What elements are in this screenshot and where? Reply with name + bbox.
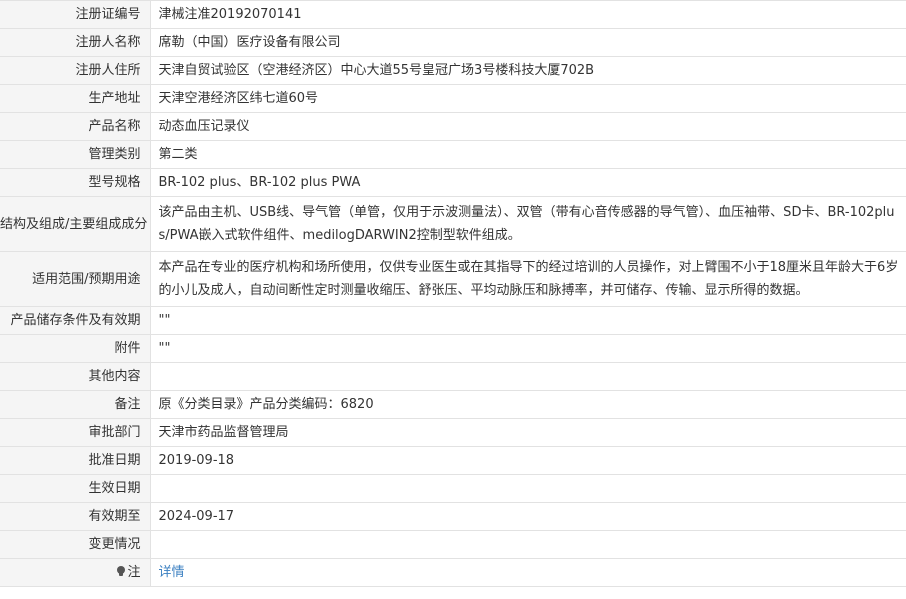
row-registrant-name: 注册人名称 席勒（中国）医疗设备有限公司 [0, 28, 906, 57]
row-valid-until: 有效期至 2024-09-17 [0, 502, 906, 531]
field-label: 生效日期 [0, 474, 151, 503]
field-value [150, 362, 906, 391]
row-model-spec: 型号规格 BR-102 plus、BR-102 plus PWA [0, 168, 906, 197]
field-value: 天津市药品监督管理局 [150, 418, 906, 447]
note-label: 注 [127, 565, 141, 580]
field-value: 天津自贸试验区（空港经济区）中心大道55号皇冠广场3号楼科技大厦702B [150, 56, 906, 85]
field-value: 2024-09-17 [150, 502, 906, 531]
row-structure-composition: 结构及组成/主要组成成分 该产品由主机、USB线、导气管（单管，仅用于示波测量法… [0, 196, 906, 252]
field-value: 天津空港经济区纬七道60号 [150, 84, 906, 113]
field-value: 本产品在专业的医疗机构和场所使用，仅供专业医生或在其指导下的经过培训的人员操作，… [150, 251, 906, 307]
row-attachment: 附件 "" [0, 334, 906, 363]
details-link[interactable]: 详情 [159, 565, 185, 580]
registration-detail-table: 注册证编号 津械注准20192070141 注册人名称 席勒（中国）医疗设备有限… [0, 0, 906, 587]
field-label: 结构及组成/主要组成成分 [0, 196, 151, 252]
row-note: 注 详情 [0, 558, 906, 587]
field-label: 注册人住所 [0, 56, 151, 85]
field-value: 原《分类目录》产品分类编码：6820 [150, 390, 906, 419]
row-storage-conditions: 产品储存条件及有效期 "" [0, 306, 906, 335]
field-value [150, 530, 906, 559]
field-label: 产品名称 [0, 112, 151, 141]
field-label: 备注 [0, 390, 151, 419]
row-change-history: 变更情况 [0, 530, 906, 559]
field-label: 注册人名称 [0, 28, 151, 57]
field-label: 附件 [0, 334, 151, 363]
field-value: 该产品由主机、USB线、导气管（单管，仅用于示波测量法）、双管（带有心音传感器的… [150, 196, 906, 252]
field-label: 审批部门 [0, 418, 151, 447]
field-label: 产品储存条件及有效期 [0, 306, 151, 335]
field-value [150, 474, 906, 503]
row-approval-department: 审批部门 天津市药品监督管理局 [0, 418, 906, 447]
field-value: 席勒（中国）医疗设备有限公司 [150, 28, 906, 57]
field-value: 第二类 [150, 140, 906, 169]
row-production-address: 生产地址 天津空港经济区纬七道60号 [0, 84, 906, 113]
lightbulb-icon [117, 566, 126, 577]
row-management-category: 管理类别 第二类 [0, 140, 906, 169]
field-value: "" [150, 334, 906, 363]
row-registration-number: 注册证编号 津械注准20192070141 [0, 0, 906, 29]
field-label: 其他内容 [0, 362, 151, 391]
row-product-name: 产品名称 动态血压记录仪 [0, 112, 906, 141]
field-value: 动态血压记录仪 [150, 112, 906, 141]
field-value: "" [150, 306, 906, 335]
field-label-text: 结构及组成/主要组成成分 [0, 216, 148, 232]
field-label: 注册证编号 [0, 0, 151, 29]
field-value: 2019-09-18 [150, 446, 906, 475]
field-value: 详情 [150, 558, 906, 587]
field-label: 有效期至 [0, 502, 151, 531]
field-value: 津械注准20192070141 [150, 0, 906, 29]
field-label: 生产地址 [0, 84, 151, 113]
row-remarks: 备注 原《分类目录》产品分类编码：6820 [0, 390, 906, 419]
field-label: 注 [0, 558, 151, 587]
field-label: 型号规格 [0, 168, 151, 197]
row-intended-use: 适用范围/预期用途 本产品在专业的医疗机构和场所使用，仅供专业医生或在其指导下的… [0, 251, 906, 307]
field-label: 管理类别 [0, 140, 151, 169]
field-label: 批准日期 [0, 446, 151, 475]
row-other-content: 其他内容 [0, 362, 906, 391]
row-registrant-address: 注册人住所 天津自贸试验区（空港经济区）中心大道55号皇冠广场3号楼科技大厦70… [0, 56, 906, 85]
field-label: 适用范围/预期用途 [0, 251, 151, 307]
field-value: BR-102 plus、BR-102 plus PWA [150, 168, 906, 197]
row-effective-date: 生效日期 [0, 474, 906, 503]
row-approval-date: 批准日期 2019-09-18 [0, 446, 906, 475]
field-label: 变更情况 [0, 530, 151, 559]
